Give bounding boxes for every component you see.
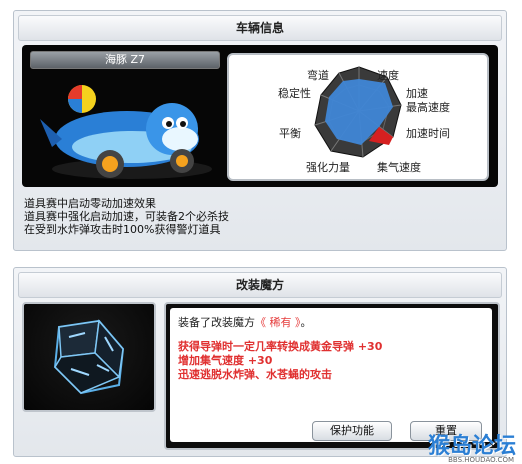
vehicle-description: 道具赛中启动零动加速效果 道具赛中强化启动加速，可装备2个必杀技 在受到水炸弹攻…: [24, 197, 494, 236]
equipped-prefix: 装备了改装魔方: [178, 316, 255, 329]
mod-cube-icon: [53, 319, 125, 395]
stat-nitro-speed: 集气速度: [377, 161, 421, 174]
mod-effect-line: 迅速逃脱水炸弹、水苍蝇的攻击: [178, 368, 332, 381]
protect-function-button[interactable]: 保护功能: [312, 421, 392, 441]
mod-cube-image-frame: [22, 302, 156, 412]
vehicle-display: 海豚 Z7 弯道 速度 加速 最高速度 加速时间 集气速度 强化力量 平衡 稳定…: [22, 45, 498, 187]
mod-panel-title: 改装魔方: [18, 272, 502, 298]
radar-chart: [314, 66, 402, 158]
stat-balance: 平衡: [279, 127, 301, 140]
stat-corner: 弯道: [307, 69, 329, 82]
vehicle-name: 海豚 Z7: [30, 51, 220, 69]
vehicle-panel-title: 车辆信息: [18, 15, 502, 41]
mod-equipped-text: 装备了改装魔方《 稀有 》。: [178, 314, 312, 330]
stat-accel-time: 加速时间: [406, 127, 450, 140]
vehicle-info-panel: 车辆信息 海豚 Z7 弯道 速度 加速 最高速度 加速时间 集气速度 强化力量 …: [13, 10, 507, 251]
description-line: 道具赛中强化启动加速，可装备2个必杀技: [24, 210, 229, 223]
description-line: 道具赛中启动零动加速效果: [24, 197, 156, 210]
stat-boost-power: 强化力量: [306, 161, 350, 174]
description-line: 在受到水炸弹攻击时100%获得警灯道具: [24, 223, 221, 236]
watermark-url: BBS.HOUDAO.COM: [448, 456, 514, 464]
rarity-tag: 《 稀有 》: [255, 316, 301, 329]
stats-radar-panel: 弯道 速度 加速 最高速度 加速时间 集气速度 强化力量 平衡 稳定性: [227, 53, 489, 181]
stat-top-speed: 最高速度: [406, 101, 450, 114]
stat-stability: 稳定性: [278, 87, 311, 100]
equipped-suffix: 。: [300, 316, 312, 329]
dolphin-kart-image: [40, 85, 212, 179]
mod-info-content: 装备了改装魔方《 稀有 》。 获得导弹时一定几率转换成黄金导弹 +30 增加集气…: [170, 308, 492, 442]
stat-speed: 速度: [377, 69, 399, 82]
